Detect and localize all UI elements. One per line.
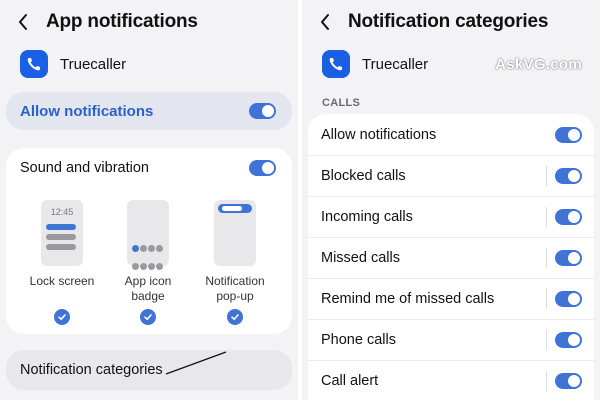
category-toggle[interactable] [555,373,582,389]
list-item[interactable]: Remind me of missed calls [308,278,594,319]
app-dot [156,263,163,270]
notification-popup-preview [214,200,256,266]
toggle-knob [568,170,580,182]
back-arrow-icon[interactable] [14,13,32,31]
row-control [555,126,582,143]
popup-preview [218,204,252,213]
row-label: Allow notifications [321,126,437,143]
check-icon[interactable] [140,309,156,325]
row-label: Remind me of missed calls [321,291,495,307]
list-item[interactable]: Incoming calls [308,196,594,237]
style-option-lock-screen[interactable]: 12:45 Lock screen [22,200,102,289]
row-control [546,248,582,268]
app-name: Truecaller [362,55,429,73]
calls-category-list: Allow notifications Blocked calls Incomi… [308,114,594,400]
watermark: AskVG.com [495,56,582,73]
toggle-knob [568,211,580,223]
app-info-row: Truecaller [20,50,126,78]
notification-categories-header: Notification categories [316,8,600,36]
check-icon[interactable] [227,309,243,325]
toggle-knob [262,105,274,117]
app-name: Truecaller [60,55,127,73]
app-dot [148,245,155,252]
divider [546,330,547,350]
preview-time: 12:45 [50,207,74,217]
row-label: Blocked calls [321,168,406,184]
preview-bar [46,224,76,230]
list-item[interactable]: Call alert [308,360,594,400]
category-toggle[interactable] [555,250,582,266]
app-dot [156,245,163,252]
toggle-knob [262,162,274,174]
row-label: Call alert [321,373,379,389]
toggle-knob [568,293,580,305]
app-dot [140,263,147,270]
preview-bar [46,244,76,250]
row-control [546,166,582,186]
toggle-knob [568,334,580,346]
allow-notifications-row[interactable]: Allow notifications [6,92,292,130]
sound-vibration-toggle[interactable] [249,160,276,176]
divider [546,166,547,186]
divider [546,371,547,391]
app-notifications-screen: App notifications Truecaller Allow notif… [0,0,298,400]
toggle-knob [568,375,580,387]
notification-categories-label: Notification categories [20,362,163,378]
lock-screen-preview: 12:45 [41,200,83,266]
app-info-row: Truecaller [322,50,428,78]
page-title: Notification categories [348,11,549,32]
category-toggle[interactable] [555,209,582,225]
toggle-knob [568,128,580,141]
sound-vibration-row[interactable]: Sound and vibration [20,158,276,178]
truecaller-app-icon [20,50,48,78]
allow-notifications-label: Allow notifications [20,102,154,120]
badge-dot [132,245,139,252]
truecaller-app-icon [322,50,350,78]
category-toggle[interactable] [555,168,582,184]
divider [546,207,547,227]
row-label: Phone calls [321,332,396,348]
app-notifications-header: App notifications [14,8,298,36]
sound-vibration-card: Sound and vibration 12:45 Lock screen Ap… [6,148,292,334]
app-dot [140,245,147,252]
app-icon-badge-preview [127,200,169,270]
preview-bar [46,234,76,240]
app-dot [132,263,139,270]
row-control [546,330,582,350]
row-control [546,371,582,391]
row-label: Incoming calls [321,209,413,225]
sound-vibration-label: Sound and vibration [20,160,149,176]
check-icon[interactable] [54,309,70,325]
row-control [546,289,582,309]
style-option-label: Lock screen [29,274,95,288]
row-label: Missed calls [321,250,400,266]
list-item[interactable]: Blocked calls [308,155,594,196]
divider [546,248,547,268]
divider [546,289,547,309]
style-option-notification-popup[interactable]: Notification pop-up [195,200,275,304]
app-dot [148,263,155,270]
notification-categories-row[interactable]: Notification categories [6,350,292,390]
style-option-label: App icon badge [124,274,172,303]
popup-text [222,206,242,211]
page-title: App notifications [46,11,198,32]
back-arrow-icon[interactable] [316,13,334,31]
category-toggle[interactable] [555,291,582,307]
allow-notifications-toggle[interactable] [249,103,276,119]
list-item[interactable]: Phone calls [308,319,594,360]
row-control [546,207,582,227]
section-header-calls: CALLS [322,97,361,109]
list-item[interactable]: Allow notifications [308,114,594,155]
style-option-label: Notification pop-up [205,274,265,303]
notification-categories-screen: Notification categories Truecaller AskVG… [302,0,600,400]
toggle-knob [568,252,580,264]
category-toggle[interactable] [555,332,582,348]
list-item[interactable]: Missed calls [308,237,594,278]
category-toggle[interactable] [555,126,582,143]
app-icon-grid [132,240,164,276]
style-option-app-icon-badge[interactable]: App icon badge [108,200,188,304]
